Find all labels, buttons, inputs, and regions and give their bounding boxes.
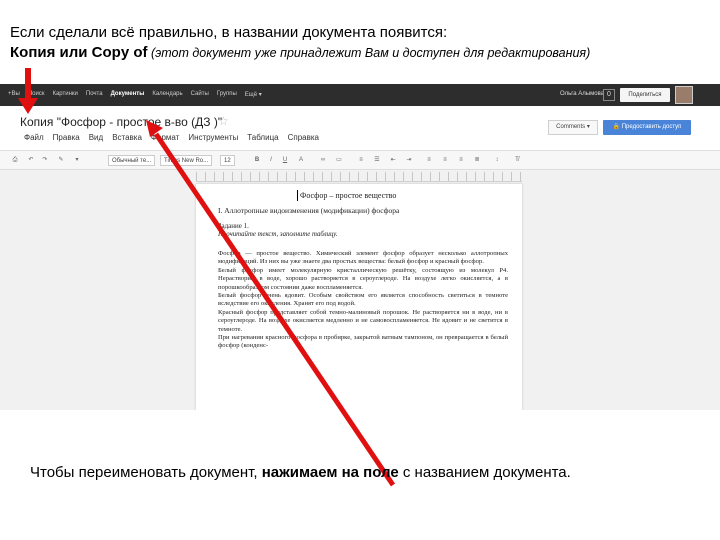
- google-bar-item-documents[interactable]: Документы: [111, 91, 145, 98]
- google-bar-item-groups[interactable]: Группы: [217, 91, 237, 98]
- google-bar-item-more[interactable]: Ещё ▾: [245, 91, 262, 98]
- link-icon[interactable]: ∞: [318, 155, 328, 166]
- menu-table[interactable]: Таблица: [247, 133, 278, 142]
- text-cursor: [297, 190, 298, 201]
- menu-format[interactable]: Формат: [151, 133, 179, 142]
- increase-indent-icon[interactable]: ⇥: [404, 155, 414, 166]
- align-right-icon[interactable]: ≡: [456, 155, 466, 166]
- align-justify-icon[interactable]: ≣: [472, 155, 482, 166]
- menu-view[interactable]: Вид: [89, 133, 103, 142]
- caption-note: (этот документ уже принадлежит Вам и дос…: [147, 46, 591, 60]
- document-title-field[interactable]: Копия "Фосфор - простое в-во (ДЗ )": [20, 115, 222, 129]
- bottom-instruction-end: с названием документа.: [398, 464, 571, 481]
- user-name[interactable]: Ольга Алымова: [560, 91, 604, 97]
- google-bar-item-mail[interactable]: Почта: [86, 91, 103, 98]
- bulleted-list-icon[interactable]: ☰: [372, 155, 382, 166]
- align-center-icon[interactable]: ≡: [440, 155, 450, 166]
- underline-icon[interactable]: U: [280, 155, 290, 166]
- italic-icon[interactable]: I: [266, 155, 276, 166]
- font-family-select[interactable]: Times New Ro...: [160, 155, 213, 166]
- document-header: Копия "Фосфор - простое в-во (ДЗ )" ☆ Фа…: [0, 106, 720, 150]
- page-heading: Фосфор – простое вещество: [300, 191, 397, 200]
- bold-icon[interactable]: B: [252, 155, 262, 166]
- menu-file[interactable]: Файл: [24, 133, 44, 142]
- print-icon[interactable]: ⎙: [10, 155, 20, 166]
- notification-icon[interactable]: 0: [603, 89, 615, 101]
- paragraph-style-select[interactable]: Обычный те...: [108, 155, 156, 166]
- google-bar-nav: +Вы Поиск Картинки Почта Документы Кален…: [8, 91, 262, 98]
- google-bar: +Вы Поиск Картинки Почта Документы Кален…: [0, 84, 720, 106]
- google-bar-item-images[interactable]: Картинки: [52, 91, 77, 98]
- comment-icon[interactable]: ▭: [334, 155, 344, 166]
- share-access-label: Предоставить доступ: [621, 124, 682, 130]
- google-docs-screenshot: +Вы Поиск Картинки Почта Документы Кален…: [0, 84, 720, 410]
- formatting-toolbar: ⎙ ↶ ↷ ✎ ▾ Обычный те... Times New Ro... …: [0, 150, 720, 170]
- google-bar-item-calendar[interactable]: Календарь: [152, 91, 182, 98]
- undo-icon[interactable]: ↶: [26, 155, 36, 166]
- google-bar-item-search[interactable]: Поиск: [28, 91, 45, 98]
- menu-bar: Файл Правка Вид Вставка Формат Инструмен…: [24, 133, 319, 142]
- comments-button[interactable]: Comments ▾: [548, 120, 598, 135]
- google-bar-item-you[interactable]: +Вы: [8, 91, 20, 98]
- clear-formatting-icon[interactable]: T̸: [512, 155, 522, 166]
- paint-format-icon[interactable]: ✎: [56, 155, 66, 166]
- star-icon[interactable]: ☆: [218, 114, 229, 128]
- menu-insert[interactable]: Вставка: [112, 133, 142, 142]
- numbered-list-icon[interactable]: ≡: [356, 155, 366, 166]
- bottom-instruction-emphasis: нажимаем на поле: [261, 464, 399, 481]
- menu-edit[interactable]: Правка: [53, 133, 80, 142]
- page-instruction: Прочитайте текст, заполните таблицу.: [218, 231, 338, 238]
- page-section-heading: I. Аллотропные видоизменения (модификаци…: [218, 206, 400, 215]
- document-page[interactable]: Фосфор – простое вещество I. Аллотропные…: [196, 184, 522, 410]
- bottom-instruction: Чтобы переименовать документ, нажимаем н…: [30, 464, 571, 482]
- line-spacing-icon[interactable]: ↕: [492, 155, 502, 166]
- page-body-text: Фосфор — простое вещество. Химический эл…: [218, 250, 508, 350]
- ruler[interactable]: [196, 172, 522, 182]
- bottom-instruction-start: Чтобы переименовать документ,: [30, 464, 262, 481]
- avatar[interactable]: [675, 86, 693, 104]
- menu-help[interactable]: Справка: [288, 133, 319, 142]
- google-bar-item-sites[interactable]: Сайты: [191, 91, 209, 98]
- zoom-icon[interactable]: ▾: [72, 155, 82, 166]
- caption-line-2: Копия или Copy of (этот документ уже при…: [10, 44, 590, 62]
- lock-icon: 🔒: [612, 124, 621, 130]
- google-share-button[interactable]: Поделиться: [620, 88, 670, 102]
- caption-copy-label: Копия или Copy of: [10, 44, 148, 61]
- page-task-label: Задание 1.: [218, 222, 249, 230]
- align-left-icon[interactable]: ≡: [424, 155, 434, 166]
- font-size-select[interactable]: 12: [220, 155, 235, 166]
- share-access-button[interactable]: 🔒 Предоставить доступ: [603, 120, 691, 135]
- caption-line-1: Если сделали всё правильно, в названии д…: [10, 24, 448, 41]
- redo-icon[interactable]: ↷: [40, 155, 50, 166]
- menu-tools[interactable]: Инструменты: [188, 133, 238, 142]
- decrease-indent-icon[interactable]: ⇤: [388, 155, 398, 166]
- text-color-icon[interactable]: A: [296, 155, 306, 166]
